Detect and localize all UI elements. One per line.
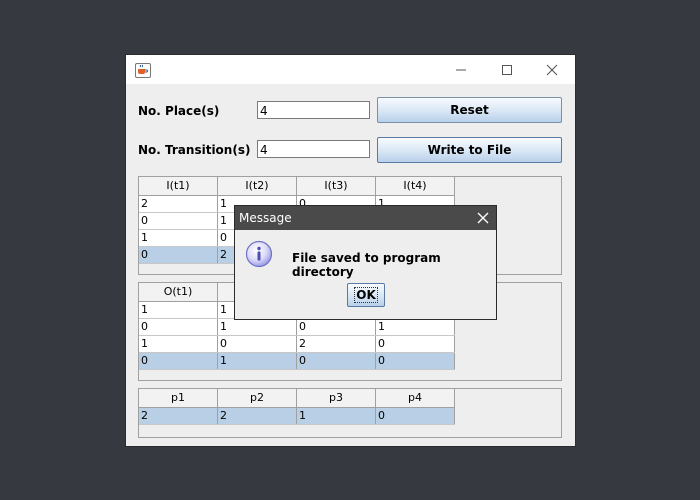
table-cell[interactable]: 0 — [139, 352, 218, 370]
table-cell[interactable]: 0 — [375, 335, 455, 353]
minimize-icon — [456, 69, 466, 71]
marking-table: p1 p2 p3 p4 2 2 1 0 — [139, 389, 455, 425]
table-cell[interactable]: 1 — [296, 407, 376, 425]
table-cell[interactable]: 0 — [296, 352, 376, 370]
dialog-titlebar: Message — [235, 206, 496, 230]
table-row[interactable]: 0 1 0 1 — [139, 318, 455, 336]
table-cell[interactable]: 0 — [139, 212, 218, 230]
table-cell[interactable]: 0 — [296, 318, 376, 336]
table-cell[interactable]: 1 — [217, 318, 297, 336]
column-header[interactable]: I(t4) — [375, 177, 455, 196]
column-header[interactable]: I(t1) — [139, 177, 218, 196]
table-cell[interactable]: 2 — [139, 195, 218, 213]
minimize-button[interactable] — [438, 55, 484, 84]
column-header[interactable]: p3 — [296, 389, 376, 408]
java-cup-icon — [135, 63, 151, 78]
table-cell[interactable]: 0 — [139, 318, 218, 336]
table-cell[interactable]: 2 — [139, 407, 218, 425]
close-icon — [546, 64, 558, 76]
table-cell[interactable]: 0 — [375, 352, 455, 370]
close-icon — [477, 212, 489, 224]
dialog-close-button[interactable] — [476, 211, 490, 225]
table-cell[interactable]: 0 — [139, 246, 218, 264]
reset-button[interactable]: Reset — [377, 97, 562, 123]
table-row-selected[interactable]: 0 1 0 0 — [139, 352, 455, 370]
table-cell[interactable]: 0 — [217, 335, 297, 353]
write-to-file-button[interactable]: Write to File — [377, 137, 562, 163]
places-input[interactable]: 4 — [257, 101, 370, 119]
places-label: No. Place(s) — [138, 104, 220, 118]
table-row-selected[interactable]: 2 2 1 0 — [139, 407, 455, 425]
dialog-title: Message — [239, 211, 292, 225]
dialog-message: File saved to program directory — [292, 251, 441, 279]
column-header[interactable]: I(t3) — [296, 177, 376, 196]
maximize-icon — [502, 65, 512, 75]
table-cell[interactable]: 1 — [139, 229, 218, 247]
column-header[interactable]: I(t2) — [217, 177, 297, 196]
transitions-label: No. Transition(s) — [138, 143, 251, 157]
table-cell[interactable]: 1 — [139, 335, 218, 353]
ok-label: OK — [354, 287, 378, 303]
table-cell[interactable]: 2 — [217, 407, 297, 425]
table-cell[interactable]: 1 — [139, 301, 218, 319]
close-window-button[interactable] — [529, 55, 575, 84]
window-titlebar — [126, 55, 575, 84]
column-header[interactable]: p2 — [217, 389, 297, 408]
column-header[interactable]: p4 — [375, 389, 455, 408]
table-row[interactable]: 1 0 2 0 — [139, 335, 455, 353]
transitions-input[interactable]: 4 — [257, 140, 370, 158]
marking-panel: p1 p2 p3 p4 2 2 1 0 — [138, 388, 562, 438]
table-cell[interactable]: 1 — [375, 318, 455, 336]
table-cell[interactable]: 2 — [296, 335, 376, 353]
column-header[interactable]: O(t1) — [139, 283, 218, 302]
ok-button[interactable]: OK — [347, 283, 385, 307]
table-cell[interactable]: 1 — [217, 352, 297, 370]
column-header[interactable]: p1 — [139, 389, 218, 408]
info-icon — [245, 240, 273, 271]
message-dialog: Message File saved to program directory … — [234, 205, 497, 320]
maximize-button[interactable] — [484, 55, 530, 84]
table-cell[interactable]: 0 — [375, 407, 455, 425]
